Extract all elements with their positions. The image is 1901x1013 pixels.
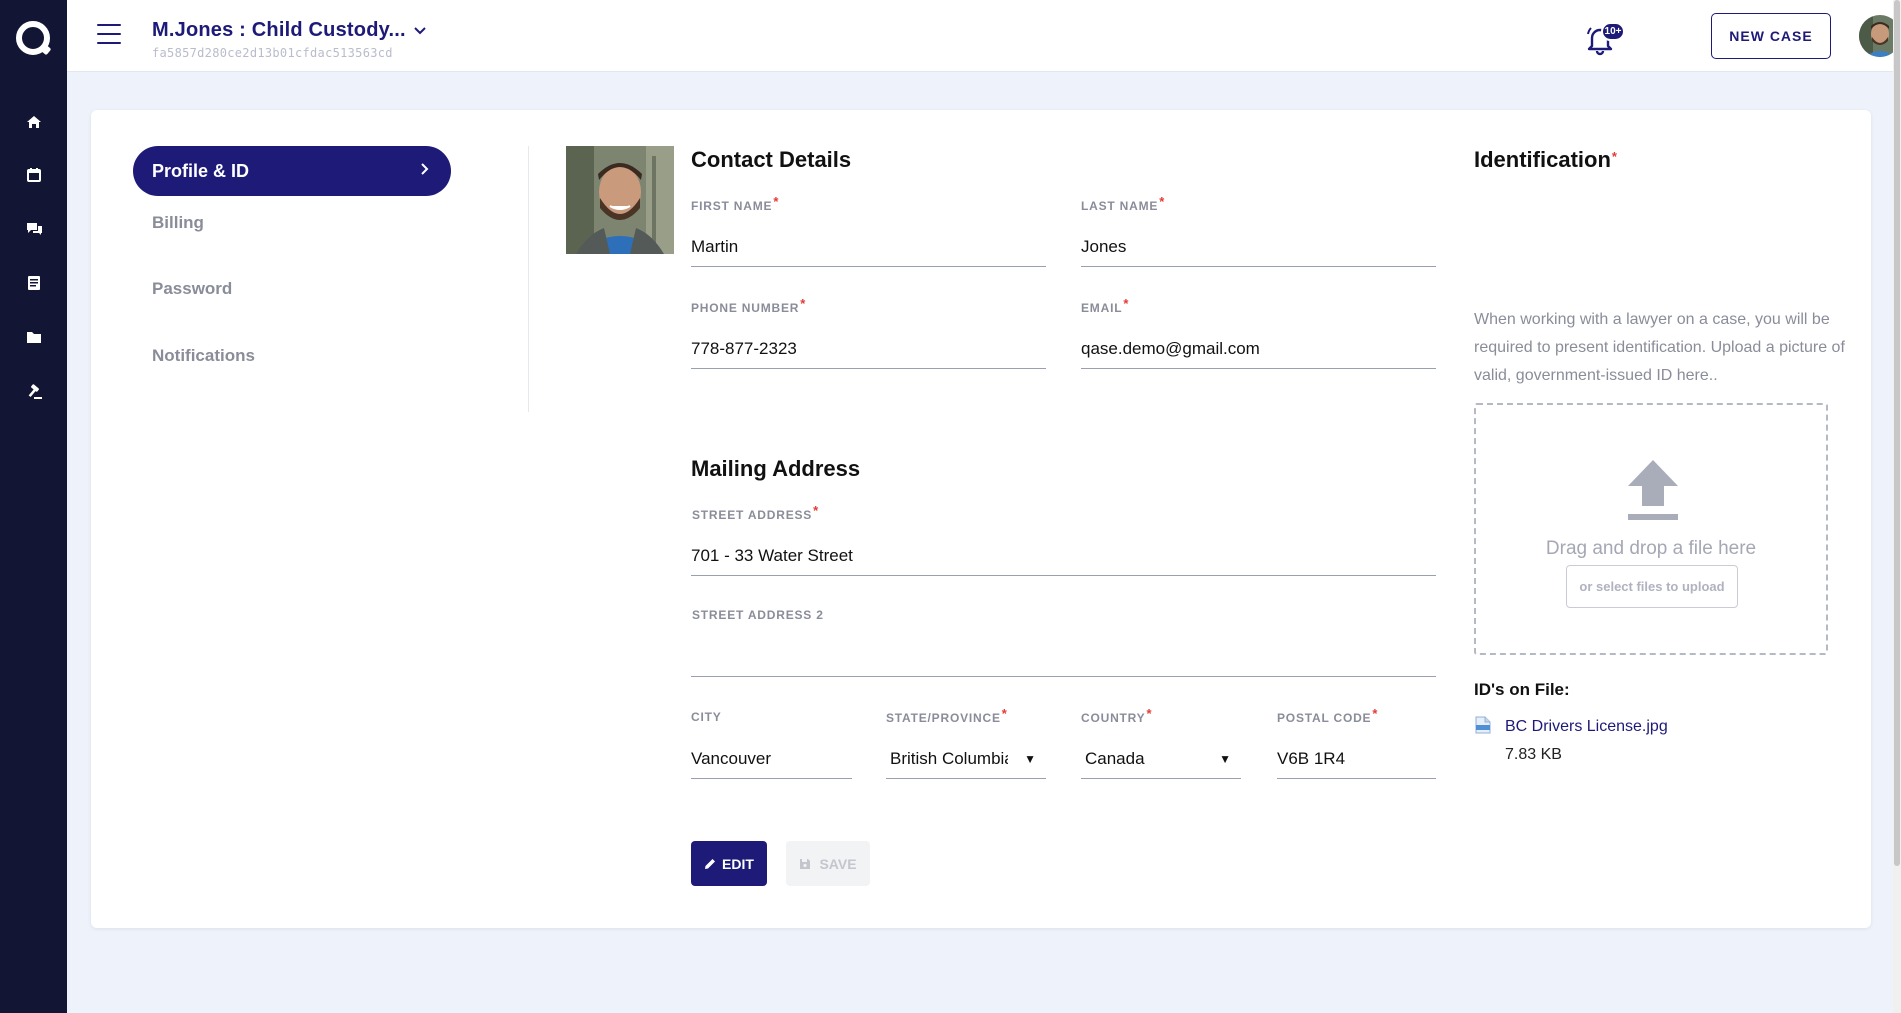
phone-field[interactable]: 778-877-2323	[691, 329, 1046, 369]
upload-icon	[1628, 460, 1678, 520]
file-dropzone[interactable]: Drag and drop a file here or select file…	[1474, 403, 1828, 655]
case-id: fa5857d280ce2d13b01cfdac513563cd	[152, 46, 393, 60]
postal-code-field[interactable]: V6B 1R4	[1277, 739, 1436, 779]
identification-description: When working with a lawyer on a case, yo…	[1474, 311, 1845, 384]
dropzone-text: Drag and drop a file here	[1545, 538, 1757, 559]
chevron-down-icon	[414, 26, 426, 34]
country-select[interactable]: Canada ▼	[1081, 739, 1241, 779]
dropdown-arrow-icon: ▼	[1219, 752, 1231, 766]
top-bar: M.Jones : Child Custody... fa5857d280ce2…	[67, 0, 1901, 72]
document-icon[interactable]	[22, 271, 46, 295]
page-scrollbar[interactable]	[1893, 0, 1901, 1013]
last-name-label: LAST NAME*	[1081, 194, 1166, 213]
state-value: British Columbia	[890, 748, 1008, 768]
save-button[interactable]: SAVE	[786, 841, 870, 886]
hamburger-menu-icon[interactable]	[97, 24, 121, 46]
calendar-icon[interactable]	[22, 163, 46, 187]
email-field[interactable]: qase.demo@gmail.com	[1081, 329, 1436, 369]
scrollbar-thumb[interactable]	[1894, 0, 1900, 866]
menu-item-label: Profile & ID	[152, 160, 250, 181]
pencil-icon	[705, 858, 716, 869]
edit-label: EDIT	[722, 855, 754, 872]
city-label: CITY	[691, 710, 722, 724]
street-address-2-label: STREET ADDRESS 2	[692, 608, 824, 622]
last-name-field[interactable]: Jones	[1081, 227, 1436, 267]
country-label: COUNTRY*	[1081, 706, 1153, 725]
profile-photo[interactable]	[566, 146, 674, 254]
phone-label: PHONE NUMBER*	[691, 296, 807, 315]
home-icon[interactable]	[22, 110, 46, 134]
menu-item-notifications[interactable]: Notifications	[152, 346, 255, 366]
chevron-right-icon	[421, 163, 429, 175]
folder-icon[interactable]	[22, 325, 46, 349]
menu-item-profile-id[interactable]: Profile & ID	[133, 146, 451, 196]
state-label: STATE/PROVINCE*	[886, 706, 1008, 725]
case-selector[interactable]: M.Jones : Child Custody...	[152, 19, 426, 42]
case-title: M.Jones : Child Custody...	[152, 19, 406, 41]
image-file-icon	[1475, 716, 1491, 734]
save-label: SAVE	[819, 855, 857, 872]
select-files-button[interactable]: or select files to upload	[1566, 565, 1738, 608]
id-file-link[interactable]: BC Drivers License.jpg	[1505, 718, 1668, 736]
new-case-button[interactable]: NEW CASE	[1711, 13, 1831, 59]
street-address-label: STREET ADDRESS*	[692, 503, 819, 522]
notifications-button[interactable]: 10+	[1585, 20, 1625, 56]
menu-divider	[528, 146, 529, 412]
city-field[interactable]: Vancouver	[691, 739, 852, 779]
edit-button[interactable]: EDIT	[691, 841, 767, 886]
app-logo[interactable]	[14, 19, 54, 59]
menu-item-billing[interactable]: Billing	[152, 213, 204, 233]
identification-title: Identification*	[1474, 147, 1617, 172]
street-address-field[interactable]: 701 - 33 Water Street	[691, 536, 1436, 576]
notification-badge: 10+	[1601, 22, 1625, 41]
floppy-disk-icon	[800, 858, 811, 869]
postal-code-label: POSTAL CODE*	[1277, 706, 1379, 725]
country-value: Canada	[1085, 748, 1145, 768]
id-file-size: 7.83 KB	[1505, 746, 1562, 763]
dropdown-arrow-icon: ▼	[1024, 752, 1036, 766]
street-address-2-field[interactable]	[691, 637, 1436, 677]
gavel-icon[interactable]	[22, 380, 46, 404]
ids-on-file-title: ID's on File:	[1474, 680, 1570, 699]
profile-card: Profile & ID Billing Password Notificati…	[91, 110, 1871, 928]
first-name-field[interactable]: Martin	[691, 227, 1046, 267]
contact-details-title: Contact Details	[691, 147, 852, 172]
first-name-label: FIRST NAME*	[691, 194, 780, 213]
menu-item-password[interactable]: Password	[152, 279, 232, 299]
left-rail	[0, 0, 67, 1013]
mailing-address-title: Mailing Address	[691, 456, 861, 481]
state-select[interactable]: British Columbia ▼	[886, 739, 1046, 779]
chat-icon[interactable]	[22, 217, 46, 241]
email-label: EMAIL*	[1081, 296, 1130, 315]
